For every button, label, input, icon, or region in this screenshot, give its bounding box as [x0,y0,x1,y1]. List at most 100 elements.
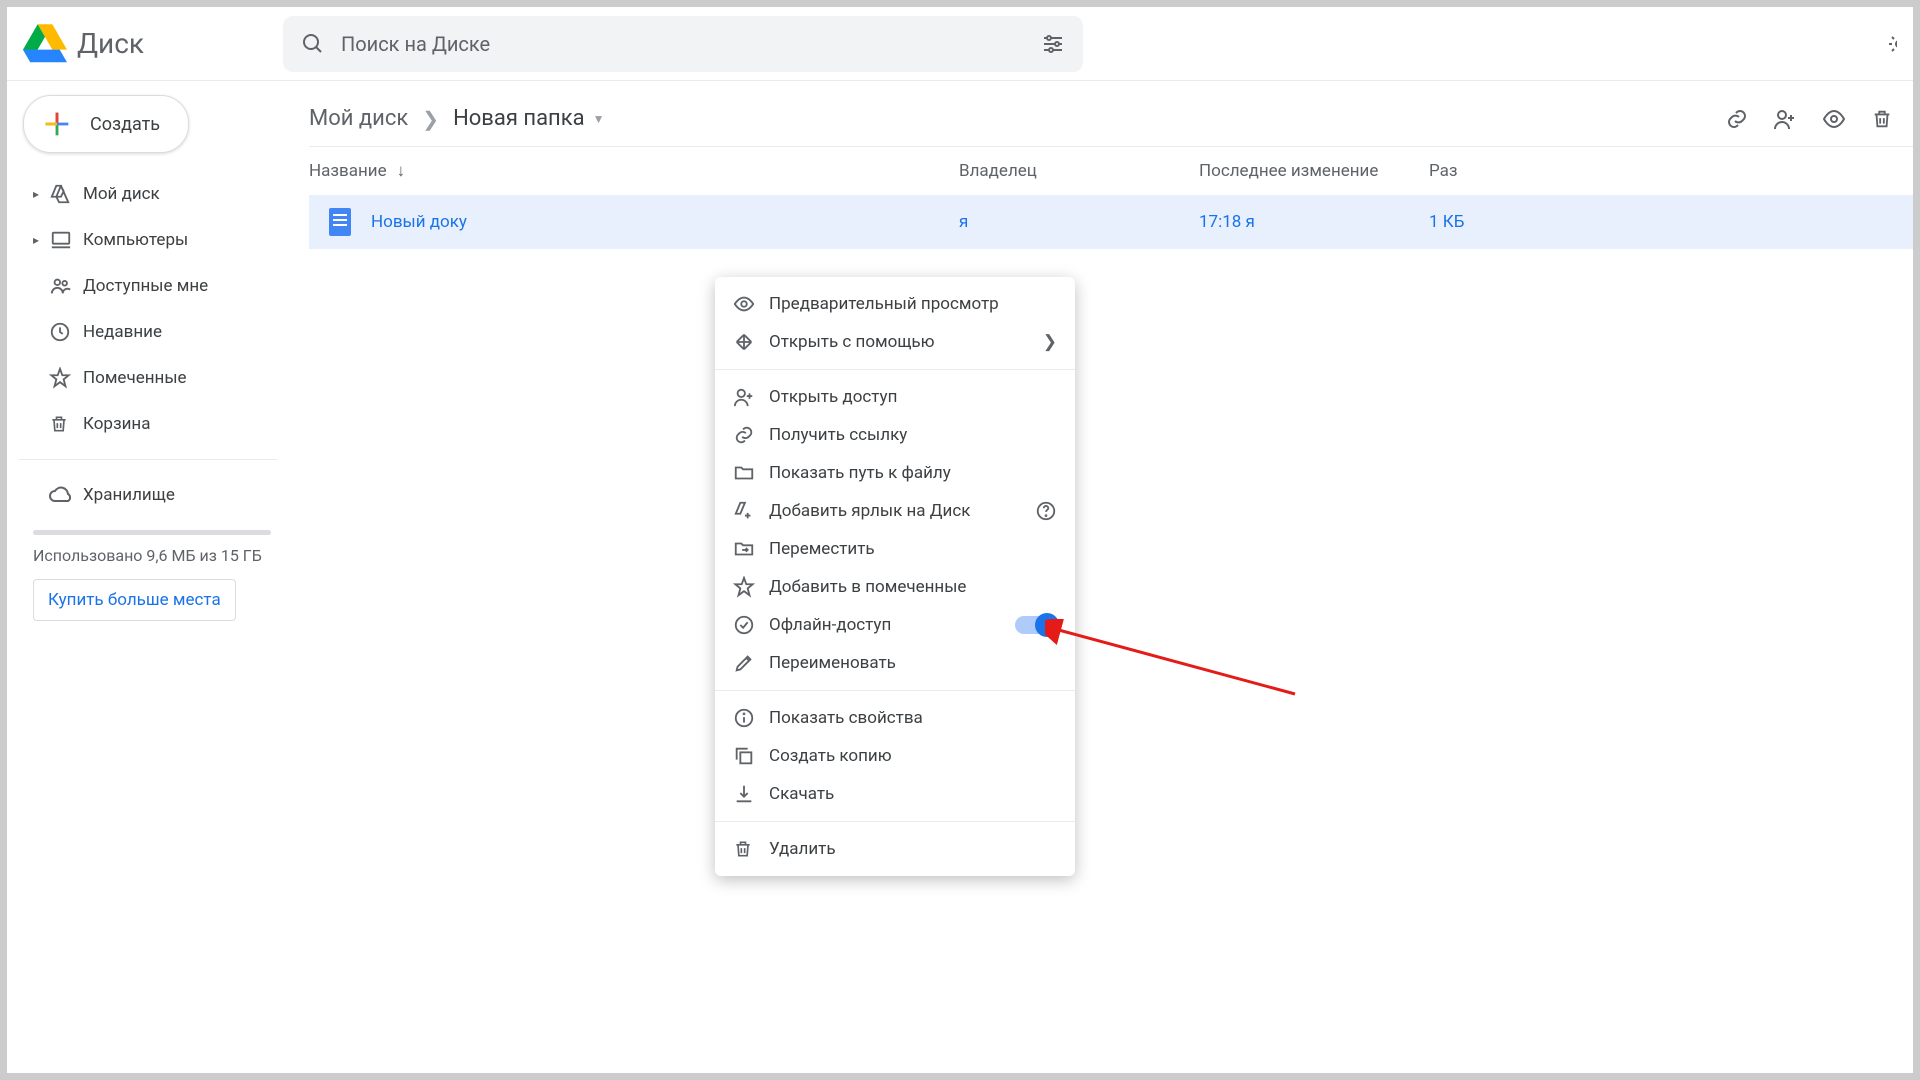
menu-item-copy[interactable]: Создать копию [715,737,1075,775]
filter-icon[interactable] [1041,32,1065,56]
breadcrumb-current[interactable]: Новая папка ▼ [453,106,604,131]
breadcrumb-current-label: Новая папка [453,106,585,131]
info-icon [733,707,769,729]
menu-item-info[interactable]: Показать свойства [715,699,1075,737]
download-icon [733,783,769,805]
column-modified[interactable]: Последнее изменение [1199,161,1429,181]
sidebar-item-label: Помеченные [83,368,187,388]
context-menu: Предварительный просмотрОткрыть с помощь… [715,277,1075,876]
menu-item-label: Переместить [769,539,875,559]
copy-icon [733,745,769,767]
cloud-icon [49,483,83,507]
toggle-switch[interactable] [1015,616,1057,634]
move-icon [733,538,769,560]
search-input[interactable] [341,32,1041,56]
create-button[interactable]: Создать [23,95,189,153]
menu-item-folder[interactable]: Показать путь к файлу [715,454,1075,492]
header-right [1887,32,1897,56]
menu-item-label: Создать копию [769,746,892,766]
column-headers: Название ↓ Владелец Последнее изменение … [309,147,1913,195]
link-icon [733,424,769,446]
chevron-right-icon: ❯ [1043,332,1057,352]
menu-item-shortcut[interactable]: Добавить ярлык на Диск [715,492,1075,530]
menu-item-link[interactable]: Получить ссылку [715,416,1075,454]
logo-area[interactable]: Диск [23,24,283,64]
sidebar-item-star[interactable]: Помеченные [19,355,285,401]
sidebar-item-drive[interactable]: ▸ Мой диск [19,171,285,217]
menu-item-trash[interactable]: Удалить [715,830,1075,868]
storage-used-text: Использовано 9,6 МБ из 15 ГБ [33,545,271,567]
sidebar-item-label: Доступные мне [83,276,208,296]
search-bar[interactable] [283,16,1083,72]
link-icon[interactable] [1725,107,1749,131]
caret-icon: ▸ [33,233,43,247]
menu-divider [715,821,1075,822]
offline-icon [733,614,769,636]
column-owner[interactable]: Владелец [959,161,1199,181]
column-name[interactable]: Название ↓ [309,161,959,181]
add-user-icon[interactable] [1773,107,1797,131]
search-icon [301,32,325,56]
file-size: 1 КБ [1429,212,1893,232]
eye-icon [733,293,769,315]
menu-item-label: Показать свойства [769,708,923,728]
menu-item-label: Открыть с помощью [769,332,935,352]
menu-item-open[interactable]: Открыть с помощью ❯ [715,323,1075,361]
menu-item-label: Добавить ярлык на Диск [769,501,970,521]
menu-divider [715,369,1075,370]
menu-divider [715,690,1075,691]
sidebar-divider [19,459,277,460]
trash-icon[interactable] [1871,107,1893,131]
menu-item-eye[interactable]: Предварительный просмотр [715,285,1075,323]
menu-item-label: Переименовать [769,653,896,673]
menu-item-label: Открыть доступ [769,387,897,407]
shared-icon [49,275,83,297]
menu-item-rename[interactable]: Переименовать [715,644,1075,682]
file-modified: 17:18 я [1199,212,1429,232]
breadcrumb-root[interactable]: Мой диск [309,106,408,131]
file-owner: я [959,212,1199,232]
open-icon [733,331,769,353]
column-name-label: Название [309,161,387,181]
header: Диск [7,7,1913,81]
file-row[interactable]: Новый доку я 17:18 я 1 КБ [309,195,1913,249]
menu-item-share[interactable]: Открыть доступ [715,378,1075,416]
sidebar-item-shared[interactable]: Доступные мне [19,263,285,309]
menu-item-star[interactable]: Добавить в помеченные [715,568,1075,606]
computer-icon [49,229,83,251]
menu-item-label: Добавить в помеченные [769,577,966,597]
trash-icon [49,413,83,435]
folder-icon [733,462,769,484]
menu-item-offline[interactable]: Офлайн-доступ [715,606,1075,644]
help-icon[interactable] [1035,500,1057,522]
sidebar-item-label: Компьютеры [83,230,188,250]
column-size[interactable]: Раз [1429,161,1893,181]
sidebar-item-trash[interactable]: Корзина [19,401,285,447]
menu-item-label: Получить ссылку [769,425,907,445]
menu-item-download[interactable]: Скачать [715,775,1075,813]
sidebar-item-label: Недавние [83,322,162,342]
menu-item-label: Офлайн-доступ [769,615,891,635]
drive-icon [49,183,83,205]
drive-logo-icon [23,24,67,64]
sidebar-item-label: Мой диск [83,184,160,204]
trash-icon [733,838,769,860]
plus-icon [40,107,74,141]
sidebar: Создать ▸ Мой диск ▸ Компьютеры Доступные мн… [7,81,285,1073]
annotation-arrow [1045,619,1305,699]
menu-item-move[interactable]: Переместить [715,530,1075,568]
star-icon [733,576,769,598]
file-toolbar [1725,107,1893,131]
file-name: Новый доку [371,212,467,232]
menu-item-label: Скачать [769,784,834,804]
docs-file-icon [329,208,351,236]
sidebar-item-computer[interactable]: ▸ Компьютеры [19,217,285,263]
sidebar-item-clock[interactable]: Недавние [19,309,285,355]
buy-storage-button[interactable]: Купить больше места [33,579,236,621]
rename-icon [733,652,769,674]
preview-icon[interactable] [1821,107,1847,131]
caret-icon: ▸ [33,187,43,201]
sidebar-item-storage[interactable]: Хранилище [19,472,285,518]
settings-icon-cut[interactable] [1887,32,1897,56]
menu-item-label: Показать путь к файлу [769,463,951,483]
